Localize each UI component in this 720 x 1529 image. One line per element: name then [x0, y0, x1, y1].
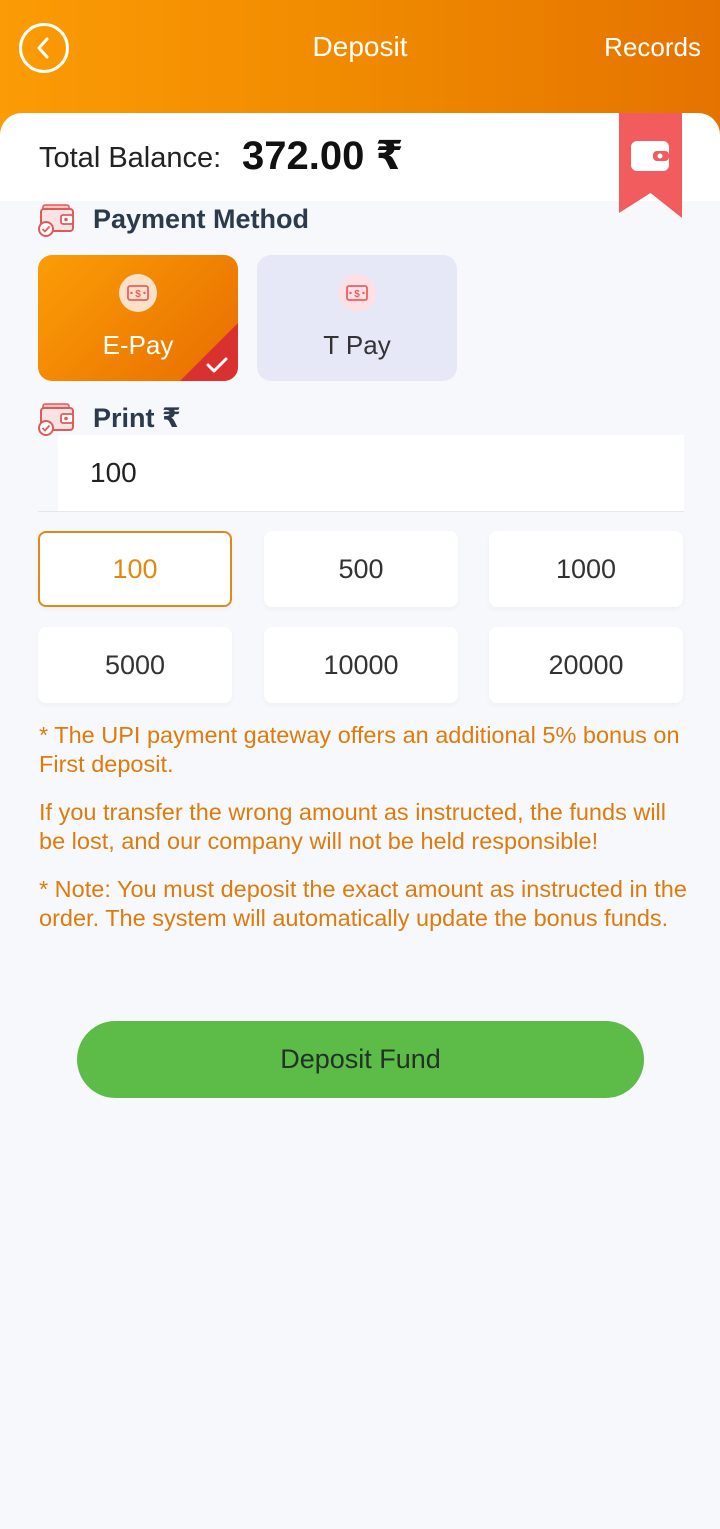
balance-label: Total Balance:	[39, 142, 222, 174]
amount-preset-500[interactable]: 500	[264, 531, 458, 607]
records-link[interactable]: Records	[604, 31, 701, 63]
amount-field-wrapper	[58, 435, 684, 511]
amount-preset-5000[interactable]: 5000	[38, 627, 232, 703]
money-icon: $	[119, 274, 157, 312]
payment-option-label: T Pay	[323, 330, 391, 360]
balance-value: 372.00 ₹	[242, 134, 404, 178]
amount-preset-100[interactable]: 100	[38, 531, 232, 607]
payment-method-header: Payment Method	[37, 201, 337, 241]
money-icon: $	[338, 274, 376, 312]
amount-preset-10000[interactable]: 10000	[264, 627, 458, 703]
selected-check-icon	[180, 323, 238, 381]
svg-text:$: $	[135, 289, 141, 300]
amount-preset-20000[interactable]: 20000	[489, 627, 683, 703]
warning-note: If you transfer the wrong amount as inst…	[39, 799, 666, 854]
wallet-check-icon	[38, 403, 74, 436]
amount-preset-1000[interactable]: 1000	[489, 531, 683, 607]
deposit-page: Deposit Records Total Balance: 372.00 ₹ …	[0, 0, 720, 1529]
payment-option-tpay[interactable]: $ T Pay	[257, 255, 457, 381]
bonus-note: * The UPI payment gateway offers an addi…	[39, 722, 680, 777]
payment-method-title: Payment Method	[93, 204, 310, 234]
exact-amount-note: * Note: You must deposit the exact amoun…	[39, 876, 687, 931]
payment-option-epay[interactable]: $ E-Pay	[38, 255, 238, 381]
divider	[38, 511, 684, 512]
balance-card: Total Balance: 372.00 ₹	[0, 113, 720, 201]
wallet-ribbon-icon	[619, 113, 682, 218]
amount-title: Print ₹	[93, 403, 181, 433]
amount-input[interactable]	[58, 435, 684, 511]
wallet-check-icon	[38, 204, 74, 237]
deposit-fund-button[interactable]: Deposit Fund	[77, 1021, 644, 1098]
svg-text:$: $	[354, 289, 360, 300]
amount-header: Print ₹	[37, 400, 337, 440]
